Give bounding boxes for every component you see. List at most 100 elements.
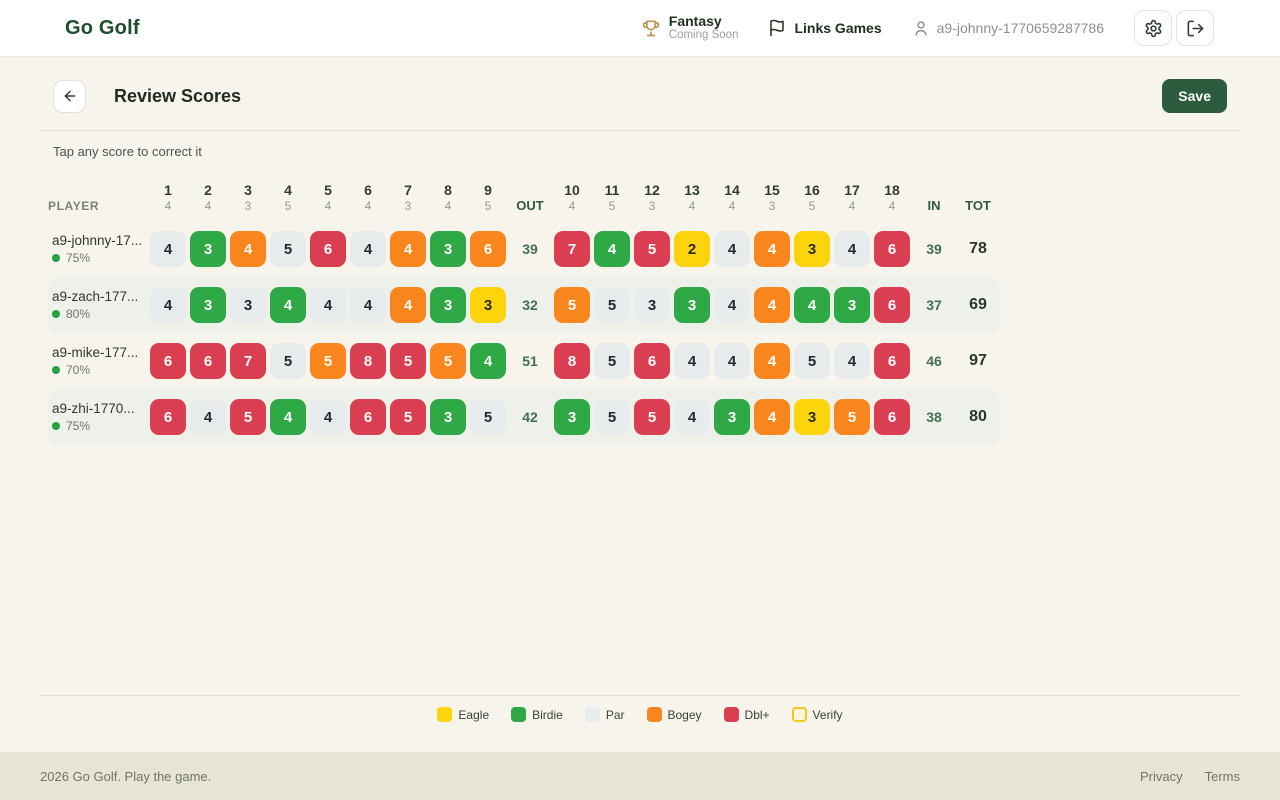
score-cell[interactable]: 3 [714, 399, 750, 435]
score-cell[interactable]: 4 [310, 287, 346, 323]
settings-button[interactable] [1134, 10, 1172, 46]
score-cell[interactable]: 5 [270, 343, 306, 379]
score-cell[interactable]: 5 [470, 399, 506, 435]
brand-logo[interactable]: Go Golf [65, 17, 140, 40]
hole-par: 3 [388, 199, 428, 214]
score-cell[interactable]: 4 [350, 287, 386, 323]
score-cell[interactable]: 4 [390, 231, 426, 267]
score-cell[interactable]: 4 [150, 287, 186, 323]
score-cell-wrap: 5 [388, 399, 428, 435]
score-cell[interactable]: 5 [594, 287, 630, 323]
score-cell[interactable]: 5 [230, 399, 266, 435]
score-cell[interactable]: 4 [594, 231, 630, 267]
score-cell[interactable]: 4 [270, 287, 306, 323]
score-cell[interactable]: 3 [634, 287, 670, 323]
score-cell-wrap: 4 [752, 231, 792, 267]
user-icon [912, 19, 930, 37]
score-cell[interactable]: 5 [634, 231, 670, 267]
score-cell[interactable]: 5 [834, 399, 870, 435]
hole-number: 10 [552, 182, 592, 200]
player-name: a9-johnny-17... [52, 233, 148, 248]
nav-item-links-games[interactable]: Links Games [768, 19, 881, 37]
score-cell[interactable]: 4 [794, 287, 830, 323]
score-cell[interactable]: 4 [190, 399, 226, 435]
score-cell[interactable]: 3 [794, 399, 830, 435]
legend-swatch-birdie [511, 707, 526, 722]
back-button[interactable] [53, 80, 86, 113]
score-cell[interactable]: 4 [674, 399, 710, 435]
score-cell[interactable]: 4 [754, 343, 790, 379]
score-cell[interactable]: 4 [714, 231, 750, 267]
score-cell[interactable]: 6 [310, 231, 346, 267]
score-cell[interactable]: 5 [794, 343, 830, 379]
score-cell[interactable]: 3 [430, 399, 466, 435]
score-cell[interactable]: 4 [390, 287, 426, 323]
score-cell[interactable]: 3 [430, 287, 466, 323]
score-cell[interactable]: 3 [554, 399, 590, 435]
footer-link-terms[interactable]: Terms [1205, 769, 1240, 784]
hole-header: 45 [268, 182, 308, 216]
score-cell[interactable]: 5 [310, 343, 346, 379]
score-cell[interactable]: 5 [594, 399, 630, 435]
score-cell[interactable]: 4 [754, 231, 790, 267]
score-cell[interactable]: 4 [470, 343, 506, 379]
score-cell-wrap: 5 [552, 287, 592, 323]
footer-link-privacy[interactable]: Privacy [1140, 769, 1183, 784]
score-cell[interactable]: 6 [874, 399, 910, 435]
score-cell[interactable]: 4 [150, 231, 186, 267]
footer-links: Privacy Terms [1140, 769, 1240, 784]
score-cell[interactable]: 4 [834, 231, 870, 267]
legend-label: Eagle [458, 708, 489, 722]
score-cell[interactable]: 4 [714, 287, 750, 323]
score-cell[interactable]: 3 [190, 287, 226, 323]
score-cell[interactable]: 3 [674, 287, 710, 323]
score-cell-wrap: 5 [592, 343, 632, 379]
score-cell-wrap: 4 [268, 287, 308, 323]
out-total: 51 [508, 353, 552, 369]
score-cell[interactable]: 3 [430, 231, 466, 267]
score-cell[interactable]: 8 [350, 343, 386, 379]
score-cell[interactable]: 6 [470, 231, 506, 267]
score-cell[interactable]: 6 [150, 343, 186, 379]
score-cell[interactable]: 8 [554, 343, 590, 379]
score-cell[interactable]: 6 [190, 343, 226, 379]
score-cell[interactable]: 5 [390, 343, 426, 379]
player-accuracy: 75% [52, 251, 148, 265]
score-cell[interactable]: 7 [230, 343, 266, 379]
score-cell[interactable]: 5 [390, 399, 426, 435]
score-cell[interactable]: 5 [554, 287, 590, 323]
save-button[interactable]: Save [1162, 79, 1227, 113]
score-cell[interactable]: 6 [350, 399, 386, 435]
score-cell[interactable]: 5 [594, 343, 630, 379]
score-cell[interactable]: 4 [834, 343, 870, 379]
score-cell[interactable]: 2 [674, 231, 710, 267]
hole-par: 4 [672, 199, 712, 214]
nav-item-fantasy[interactable]: Fantasy Coming Soon [641, 13, 739, 42]
score-cell[interactable]: 5 [270, 231, 306, 267]
hole-number: 6 [348, 182, 388, 200]
score-cell[interactable]: 4 [230, 231, 266, 267]
score-cell[interactable]: 3 [794, 231, 830, 267]
score-cell[interactable]: 4 [714, 343, 750, 379]
logout-button[interactable] [1176, 10, 1214, 46]
score-cell[interactable]: 5 [430, 343, 466, 379]
score-cell[interactable]: 3 [230, 287, 266, 323]
score-cell[interactable]: 6 [634, 343, 670, 379]
score-cell[interactable]: 3 [470, 287, 506, 323]
score-cell[interactable]: 6 [874, 287, 910, 323]
score-cell[interactable]: 7 [554, 231, 590, 267]
score-cell[interactable]: 4 [270, 399, 306, 435]
score-cell[interactable]: 4 [754, 287, 790, 323]
score-cell-wrap: 4 [672, 399, 712, 435]
hole-par: 5 [792, 199, 832, 214]
score-cell[interactable]: 4 [350, 231, 386, 267]
score-cell[interactable]: 6 [874, 343, 910, 379]
score-cell[interactable]: 4 [674, 343, 710, 379]
score-cell[interactable]: 4 [754, 399, 790, 435]
score-cell[interactable]: 4 [310, 399, 346, 435]
score-cell[interactable]: 3 [190, 231, 226, 267]
score-cell[interactable]: 6 [874, 231, 910, 267]
score-cell[interactable]: 3 [834, 287, 870, 323]
score-cell[interactable]: 6 [150, 399, 186, 435]
score-cell[interactable]: 5 [634, 399, 670, 435]
